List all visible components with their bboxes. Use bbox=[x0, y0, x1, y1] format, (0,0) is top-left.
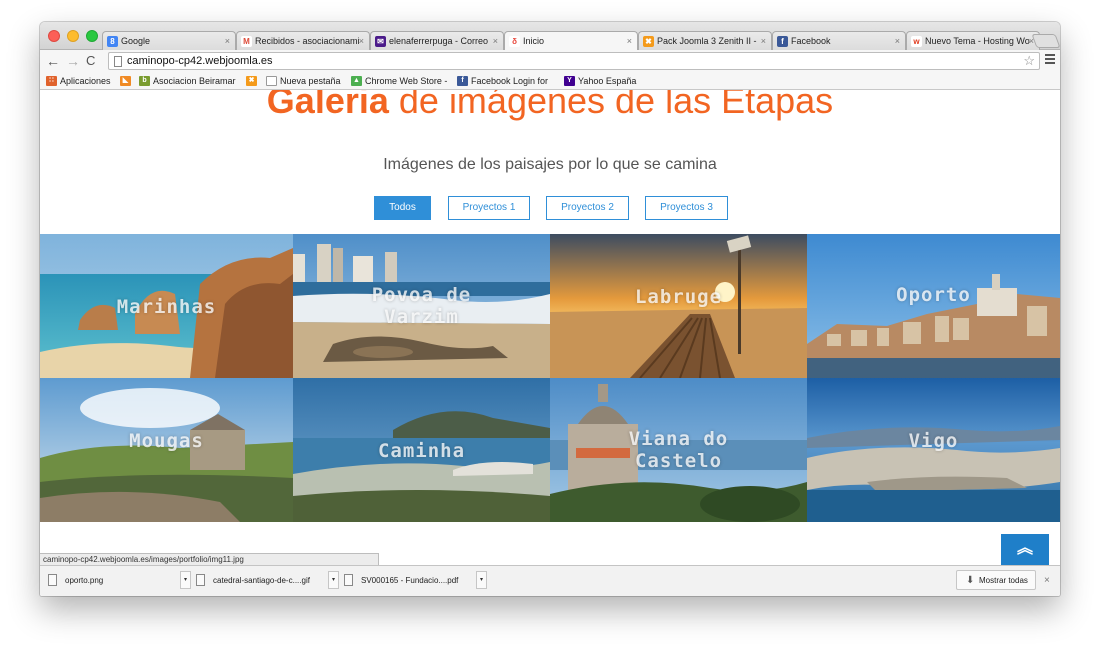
close-tab-icon[interactable]: × bbox=[761, 36, 766, 46]
photo-oporto bbox=[807, 234, 1060, 378]
browser-window: 8 Google × M Recibidos - asociacionami ×… bbox=[40, 22, 1060, 596]
chevron-down-icon[interactable]: ▾ bbox=[476, 571, 487, 589]
joomla-flame-icon: δ bbox=[509, 36, 520, 47]
download-item[interactable]: catedral-santiago-de-c....gif ▾ bbox=[188, 570, 339, 590]
gallery-label: Povoa de Varzim bbox=[371, 284, 472, 328]
filter-proyectos-2-button[interactable]: Proyectos 2 bbox=[546, 196, 629, 220]
gallery-item-caminha[interactable]: Caminha bbox=[293, 378, 550, 522]
yahoo-icon: Y bbox=[564, 76, 575, 86]
gallery-item-mougas[interactable]: Mougas bbox=[40, 378, 293, 522]
webempresa-icon: w bbox=[911, 36, 922, 47]
joomla-icon: ✖ bbox=[643, 36, 654, 47]
page-subtitle: Imágenes de los paisajes por lo que se c… bbox=[383, 156, 717, 173]
chrome-menu-icon[interactable] bbox=[1045, 54, 1055, 66]
gallery-grid: Marinhas Povoa de Varzim Labruge Oporto … bbox=[40, 234, 1060, 522]
bookmark-asociacion-beiramar[interactable]: b Asociacion Beiramar bbox=[139, 76, 236, 86]
filter-todos-button[interactable]: Todos bbox=[374, 196, 431, 220]
tab-correo[interactable]: ✉ elenaferrerpuga - Correo × bbox=[370, 31, 504, 50]
google-icon: 8 bbox=[107, 36, 118, 47]
tab-inicio[interactable]: δ Inicio × bbox=[504, 31, 638, 51]
close-tab-icon[interactable]: × bbox=[359, 36, 364, 46]
web-page: Galeria de imágenes de las Etapas Imágen… bbox=[40, 90, 1060, 565]
joomla-icon: ✖ bbox=[246, 76, 257, 86]
close-tab-icon[interactable]: × bbox=[895, 36, 900, 46]
reload-icon[interactable]: C bbox=[86, 52, 95, 70]
maximize-window-button[interactable] bbox=[86, 30, 98, 42]
new-tab-button[interactable] bbox=[1031, 34, 1060, 48]
file-icon bbox=[344, 574, 353, 586]
apps-grid-icon: ∷ bbox=[46, 76, 57, 86]
tab-nuevo-tema[interactable]: w Nuevo Tema - Hosting Wo × bbox=[906, 31, 1040, 50]
minimize-window-button[interactable] bbox=[67, 30, 79, 42]
browser-toolbar: ← → C caminopo-cp42.webjoomla.es ☆ bbox=[40, 50, 1060, 72]
yahoo-mail-icon: ✉ bbox=[375, 36, 386, 47]
close-tab-icon[interactable]: × bbox=[627, 36, 632, 46]
file-icon bbox=[48, 574, 57, 586]
tab-pack-joomla[interactable]: ✖ Pack Joomla 3 Zenith II - × bbox=[638, 31, 772, 50]
show-all-downloads-button[interactable]: ⬇ Mostrar todas bbox=[956, 570, 1036, 590]
gallery-label: Mougas bbox=[129, 430, 204, 452]
gallery-item-marinhas[interactable]: Marinhas bbox=[40, 234, 293, 378]
page-icon bbox=[266, 76, 277, 86]
bookmark-facebook-login[interactable]: f Facebook Login for bbox=[457, 76, 548, 86]
gmail-icon: M bbox=[241, 36, 252, 47]
gallery-item-vigo[interactable]: Vigo bbox=[807, 378, 1060, 522]
gallery-item-viana-do-castelo[interactable]: Viana do Castelo bbox=[550, 378, 807, 522]
address-bar[interactable]: caminopo-cp42.webjoomla.es ☆ bbox=[108, 52, 1040, 70]
bookmark-aplicaciones[interactable]: ∷ Aplicaciones bbox=[46, 76, 111, 86]
close-icon[interactable]: × bbox=[1044, 575, 1050, 586]
tab-recibidos[interactable]: M Recibidos - asociacionami × bbox=[236, 31, 370, 50]
scroll-to-top-button[interactable]: ︽ bbox=[1001, 534, 1049, 565]
filter-proyectos-3-button[interactable]: Proyectos 3 bbox=[645, 196, 728, 220]
download-arrow-icon: ⬇ bbox=[966, 575, 975, 586]
back-arrow-icon[interactable]: ← bbox=[46, 52, 60, 70]
download-shelf: oporto.png ▾ catedral-santiago-de-c....g… bbox=[40, 565, 1060, 596]
filter-buttons: Todos Proyectos 1 Proyectos 2 Proyectos … bbox=[40, 196, 1060, 220]
bookmark-star-icon[interactable]: ☆ bbox=[1023, 53, 1035, 69]
gallery-label: Caminha bbox=[377, 440, 466, 462]
gallery-label: Vigo bbox=[908, 430, 959, 452]
close-window-button[interactable] bbox=[48, 30, 60, 42]
double-chevron-up-icon: ︽ bbox=[1016, 540, 1033, 557]
tab-facebook[interactable]: f Facebook × bbox=[772, 31, 906, 50]
gallery-item-oporto[interactable]: Oporto bbox=[807, 234, 1060, 378]
bookmark-nueva-pestana[interactable]: Nueva pestaña bbox=[266, 76, 341, 86]
facebook-icon: f bbox=[457, 76, 468, 86]
close-tab-icon[interactable]: × bbox=[493, 36, 498, 46]
feed-icon: ◣ bbox=[120, 76, 131, 86]
forward-arrow-icon[interactable]: → bbox=[66, 52, 80, 70]
tab-google[interactable]: 8 Google × bbox=[102, 31, 236, 50]
filter-proyectos-1-button[interactable]: Proyectos 1 bbox=[448, 196, 530, 220]
download-item[interactable]: oporto.png ▾ bbox=[40, 570, 191, 590]
chrome-store-icon: ▲ bbox=[351, 76, 362, 86]
bookmarks-bar: ∷ Aplicaciones ◣ b Asociacion Beiramar ✖… bbox=[40, 72, 1060, 90]
gallery-label: Viana do Castelo bbox=[628, 428, 729, 472]
download-item[interactable]: SV000165 - Fundacio....pdf ▾ bbox=[336, 570, 487, 590]
bookmark-yahoo-espana[interactable]: Y Yahoo España bbox=[564, 76, 636, 86]
address-url: caminopo-cp42.webjoomla.es bbox=[127, 55, 273, 67]
gallery-label: Oporto bbox=[896, 284, 971, 306]
facebook-icon: f bbox=[777, 36, 788, 47]
page-icon bbox=[114, 56, 122, 67]
close-tab-icon[interactable]: × bbox=[225, 36, 230, 46]
tab-strip: 8 Google × M Recibidos - asociacionami ×… bbox=[40, 22, 1060, 51]
page-title: Galeria de imágenes de las Etapas bbox=[266, 90, 834, 121]
gallery-item-labruge[interactable]: Labruge bbox=[550, 234, 807, 378]
file-icon bbox=[196, 574, 205, 586]
beiramar-icon: b bbox=[139, 76, 150, 86]
gallery-label: Marinhas bbox=[116, 296, 217, 318]
gallery-item-povoa-de-varzim[interactable]: Povoa de Varzim bbox=[293, 234, 550, 378]
bookmark-chrome-web-store[interactable]: ▲ Chrome Web Store - bbox=[351, 76, 447, 86]
gallery-label: Labruge bbox=[634, 286, 723, 308]
